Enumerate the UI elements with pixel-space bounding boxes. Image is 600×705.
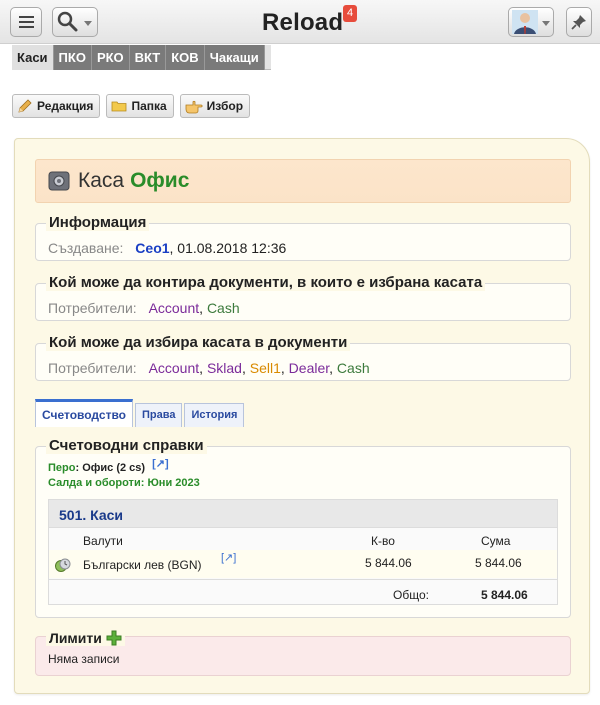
external-link-icon[interactable]: [↗]: [221, 551, 236, 564]
search-icon: [57, 11, 78, 32]
pencil-icon: [18, 99, 32, 113]
post-rights-users-row: Потребители: Account, Cash: [48, 300, 240, 316]
post-rights-users-label: Потребители:: [48, 300, 137, 316]
info-legend: Информация: [46, 214, 150, 231]
edit-button[interactable]: Редакция: [12, 94, 101, 118]
user-link-sell1[interactable]: Sell1: [250, 360, 281, 376]
accounting-legend: Счетоводни справки: [46, 437, 207, 454]
select-rights-legend: Кой може да избира касата в документи: [46, 334, 351, 351]
created-date: , 01.08.2018 12:36: [169, 240, 287, 256]
post-rights-section: Кой може да контира документи, в които е…: [35, 274, 571, 321]
limits-legend-label: Лимити: [49, 630, 102, 646]
balances-label: Салда и обороти: [48, 477, 141, 489]
info-section: Информация Създаване: Ceo1, 01.08.2018 1…: [35, 214, 571, 261]
hamburger-icon-line: [19, 26, 34, 28]
row-qty: 5 844.06: [365, 556, 412, 570]
limits-section: Лимити Няма записи: [35, 627, 571, 676]
select-rights-users-label: Потребители:: [48, 360, 137, 376]
folder-icon: [112, 101, 127, 112]
avatar: [512, 10, 538, 34]
top-bar: Reload 4: [0, 0, 600, 44]
total-value: 5 844.06: [481, 588, 528, 602]
tab-rights[interactable]: Права: [135, 403, 183, 427]
cashbox-panel: Каса Офис Информация Създаване: Ceo1, 01…: [14, 138, 590, 694]
edit-button-label: Редакция: [37, 99, 94, 113]
user-link-dealer[interactable]: Dealer: [289, 360, 329, 376]
hamburger-icon-line: [19, 21, 34, 23]
pero-value: Офис (2 cs): [82, 462, 146, 474]
page-title-prefix: Каса: [78, 169, 125, 192]
hamburger-icon: [19, 16, 34, 18]
created-row: Създаване: Ceo1, 01.08.2018 12:36: [48, 240, 286, 256]
detail-tabs: Счетоводство Права История: [35, 399, 245, 427]
pin-button[interactable]: [566, 7, 592, 37]
table-divider: [49, 579, 557, 580]
folder-button-label: Папка: [131, 99, 167, 113]
user-link-cash[interactable]: Cash: [207, 300, 240, 316]
coins-icon: [55, 558, 71, 572]
tab-history[interactable]: История: [184, 403, 245, 427]
user-link-account[interactable]: Account: [149, 360, 200, 376]
col-amount-header: Сума: [481, 534, 511, 548]
limits-legend: Лимити: [46, 627, 125, 646]
pero-label: Перо: [48, 462, 76, 474]
chevron-down-icon: [542, 21, 550, 26]
module-tabs: Каси ПКО РКО ВКТ КОВ Чакащи: [12, 45, 271, 70]
add-icon[interactable]: [106, 630, 122, 646]
tab-rko[interactable]: РКО: [91, 45, 130, 70]
page-title-name: Офис: [130, 169, 190, 192]
tab-pending[interactable]: Чакащи: [204, 45, 265, 70]
account-table: 501. Каси Валути К-во Сума Български лев…: [48, 499, 558, 605]
col-currency-header: Валути: [83, 534, 123, 548]
tab-accounting[interactable]: Счетоводство: [35, 399, 133, 427]
created-user-link[interactable]: Ceo1: [135, 240, 169, 256]
row-currency: Български лев (BGN): [83, 558, 202, 572]
action-toolbar: Редакция Папка Избор: [12, 94, 251, 118]
balances-value[interactable]: Юни 2023: [147, 477, 199, 489]
balances-row: Салда и обороти: Юни 2023: [48, 477, 200, 489]
tab-pko[interactable]: ПКО: [53, 45, 92, 70]
user-link-account[interactable]: Account: [149, 300, 200, 316]
external-link-icon[interactable]: [↗]: [152, 458, 169, 470]
accounting-section: Счетоводни справки Перо: Офис (2 cs) [↗]…: [35, 437, 571, 618]
user-link-cash[interactable]: Cash: [337, 360, 370, 376]
created-label: Създаване:: [48, 240, 124, 256]
user-link-sklad[interactable]: Sklad: [207, 360, 242, 376]
select-button[interactable]: Избор: [179, 94, 251, 118]
user-menu-button[interactable]: [508, 7, 554, 37]
cash-register-icon: [48, 171, 70, 191]
row-amount: 5 844.06: [475, 556, 522, 570]
tab-vkt[interactable]: ВКТ: [129, 45, 167, 70]
menu-button[interactable]: [10, 7, 42, 37]
col-qty-header: К-во: [371, 534, 395, 548]
account-title[interactable]: 501. Каси: [49, 500, 557, 528]
notifications-badge[interactable]: 4: [343, 5, 357, 22]
total-label: Общо:: [393, 588, 429, 602]
tab-kasi[interactable]: Каси: [12, 45, 54, 70]
select-rights-users-row: Потребители: Account, Sklad, Sell1, Deal…: [48, 360, 370, 376]
limits-empty-text: Няма записи: [48, 652, 120, 666]
pointing-hand-icon: [185, 100, 203, 114]
brand-title: Reload: [262, 9, 344, 36]
select-button-label: Избор: [206, 99, 244, 113]
folder-button[interactable]: Папка: [106, 94, 174, 118]
tab-kov[interactable]: КОВ: [166, 45, 205, 70]
chevron-down-icon: [84, 21, 92, 26]
pin-icon: [571, 15, 586, 30]
select-rights-section: Кой може да избира касата в документи По…: [35, 334, 571, 381]
page-title-bar: Каса Офис: [35, 159, 571, 203]
search-button[interactable]: [52, 7, 98, 37]
pero-row: Перо: Офис (2 cs) [↗]: [48, 458, 169, 474]
post-rights-legend: Кой може да контира документи, в които е…: [46, 274, 486, 291]
